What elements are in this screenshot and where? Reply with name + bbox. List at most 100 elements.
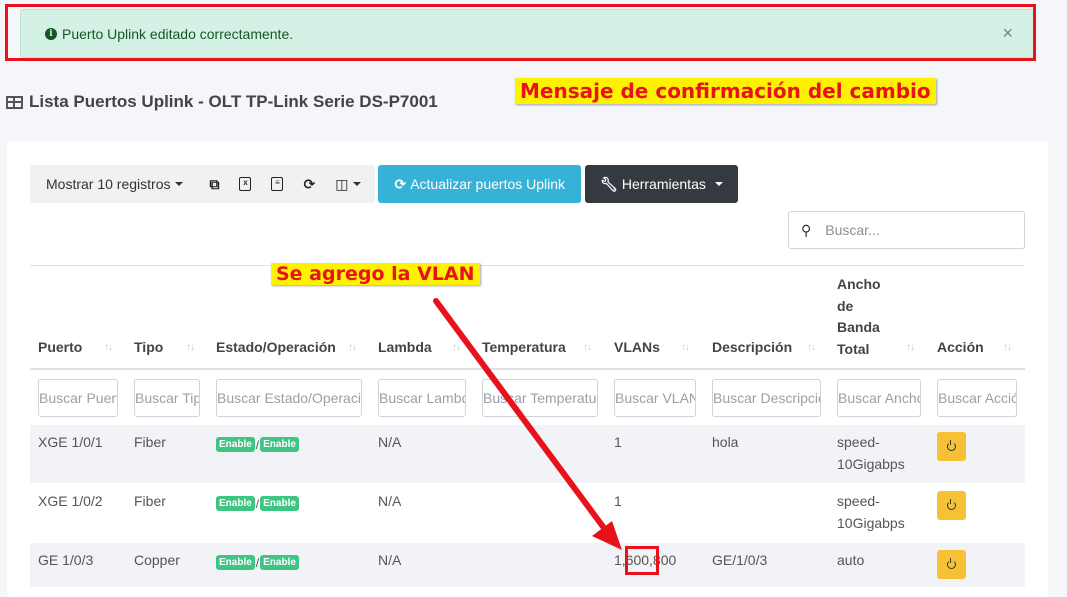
csv-icon: ≡ bbox=[271, 177, 284, 191]
filter-lambda-input[interactable] bbox=[378, 379, 466, 417]
power-icon bbox=[947, 558, 956, 569]
sort-icon[interactable]: ↑↓ bbox=[681, 342, 690, 353]
tools-label: Herramientas bbox=[621, 176, 706, 192]
sort-icon[interactable]: ↑↓ bbox=[348, 342, 357, 353]
excel-icon: x bbox=[239, 177, 252, 191]
sort-icon[interactable]: ↑↓ bbox=[104, 342, 113, 353]
col-header-ancho[interactable]: Ancho de Banda Total bbox=[837, 274, 881, 360]
col-header-ancho-line: de bbox=[837, 297, 854, 314]
cell-tipo: Copper bbox=[134, 552, 180, 568]
col-header-accion[interactable]: Acción bbox=[937, 339, 984, 355]
filter-ancho-input[interactable] bbox=[837, 379, 921, 417]
cell-ancho: speed- 10Gigabps bbox=[837, 432, 905, 475]
filter-tipo-input[interactable] bbox=[134, 379, 200, 417]
cell-ancho-line: speed- bbox=[837, 434, 880, 450]
col-header-vlans[interactable]: VLANs bbox=[614, 339, 660, 355]
cell-ancho: speed- 10Gigabps bbox=[837, 491, 905, 534]
copy-icon: ⧉ bbox=[209, 175, 220, 192]
cell-ancho-line: 10Gigabps bbox=[837, 514, 905, 531]
col-header-ancho-line: Total bbox=[837, 340, 870, 357]
cell-lambda: N/A bbox=[378, 434, 402, 450]
sort-icon[interactable]: ↑↓ bbox=[1003, 342, 1012, 353]
power-icon bbox=[947, 499, 956, 510]
filter-vlans-input[interactable] bbox=[614, 379, 696, 417]
chevron-down-icon bbox=[353, 182, 362, 186]
sort-icon[interactable]: ↑↓ bbox=[186, 342, 195, 353]
cell-vlans: 1 bbox=[614, 434, 622, 450]
cell-descripcion: GE/1/0/3 bbox=[712, 552, 768, 568]
status-badge: Enable bbox=[216, 555, 255, 570]
status-badge: Enable bbox=[260, 496, 299, 511]
sync-icon: ⟳ bbox=[394, 175, 407, 192]
search-input[interactable] bbox=[825, 222, 1006, 238]
cell-tipo: Fiber bbox=[134, 493, 166, 509]
cell-vlans: 1 bbox=[614, 493, 622, 509]
status-badge: Enable bbox=[216, 437, 255, 452]
cell-ancho-line: 10Gigabps bbox=[837, 455, 905, 472]
annotation-vlan: Se agrego la VLAN bbox=[271, 263, 480, 285]
columns-icon: ◫ bbox=[335, 175, 349, 192]
cell-ancho-line: speed- bbox=[837, 493, 880, 509]
col-header-ancho-line: Banda bbox=[837, 319, 880, 335]
alert-message: Puerto Uplink editado correctamente. bbox=[62, 25, 294, 42]
cell-ancho: auto bbox=[837, 552, 865, 568]
sort-icon[interactable]: ↑↓ bbox=[906, 342, 915, 353]
sort-icon[interactable]: ↑↓ bbox=[452, 342, 461, 353]
chevron-down-icon bbox=[175, 182, 184, 186]
cell-estado: Enable / Enable bbox=[216, 496, 299, 511]
update-uplink-label: Actualizar puertos Uplink bbox=[410, 176, 566, 192]
cell-vlans: 1,600,800 bbox=[614, 552, 677, 568]
divider bbox=[30, 265, 1025, 266]
csv-button[interactable]: ≡ bbox=[261, 165, 293, 203]
filter-puerto-input[interactable] bbox=[38, 379, 118, 417]
status-badge: Enable bbox=[216, 496, 255, 511]
tools-button[interactable]: 🔧︎ Herramientas bbox=[585, 165, 738, 203]
update-uplink-button[interactable]: ⟳ Actualizar puertos Uplink bbox=[378, 165, 582, 203]
status-badge: Enable bbox=[260, 437, 299, 452]
chevron-down-icon bbox=[714, 182, 723, 186]
columns-button[interactable]: ◫ bbox=[325, 165, 375, 203]
copy-button[interactable]: ⧉ bbox=[199, 165, 229, 203]
toolbar: Mostrar 10 registros ⧉ x ≡ ⟳ ◫ ⟳ Actuali… bbox=[30, 165, 738, 203]
annotation-confirm: Mensaje de confirmación del cambio bbox=[515, 78, 936, 104]
close-icon[interactable]: × bbox=[1002, 23, 1019, 44]
power-button[interactable] bbox=[937, 550, 966, 579]
table-icon bbox=[6, 95, 23, 109]
search-icon: ⚲ bbox=[801, 221, 812, 238]
page-title: Lista Puertos Uplink - OLT TP-Link Serie… bbox=[6, 92, 438, 112]
cell-descripcion: hola bbox=[712, 434, 739, 450]
header-divider bbox=[30, 368, 1025, 370]
col-header-estado[interactable]: Estado/Operación bbox=[216, 339, 336, 355]
filter-temperatura-input[interactable] bbox=[482, 379, 598, 417]
col-header-ancho-line: Ancho bbox=[837, 276, 881, 292]
col-header-descripcion[interactable]: Descripción bbox=[712, 339, 792, 355]
power-button[interactable] bbox=[937, 432, 966, 461]
sort-icon[interactable]: ↑↓ bbox=[583, 342, 592, 353]
status-badge: Enable bbox=[260, 555, 299, 570]
page-title-text: Lista Puertos Uplink - OLT TP-Link Serie… bbox=[29, 92, 438, 111]
show-entries-button[interactable]: Mostrar 10 registros bbox=[30, 165, 199, 203]
col-header-lambda[interactable]: Lambda bbox=[378, 339, 432, 355]
refresh-icon: ⟳ bbox=[303, 175, 316, 192]
col-header-temperatura[interactable]: Temperatura bbox=[482, 339, 566, 355]
filter-accion-input[interactable] bbox=[937, 379, 1017, 417]
power-icon bbox=[947, 440, 956, 451]
col-header-puerto[interactable]: Puerto bbox=[38, 339, 82, 355]
reload-button[interactable]: ⟳ bbox=[293, 165, 325, 203]
col-header-tipo[interactable]: Tipo bbox=[134, 339, 163, 355]
cell-estado: Enable / Enable bbox=[216, 437, 299, 452]
cell-lambda: N/A bbox=[378, 493, 402, 509]
info-circle-icon: i bbox=[45, 27, 57, 40]
export-button-group: Mostrar 10 registros ⧉ x ≡ ⟳ ◫ bbox=[30, 165, 376, 203]
filter-descripcion-input[interactable] bbox=[712, 379, 821, 417]
sort-icon[interactable]: ↑↓ bbox=[807, 342, 816, 353]
wrench-icon: 🔧︎ bbox=[600, 175, 618, 192]
cell-puerto: XGE 1/0/2 bbox=[38, 493, 103, 509]
cell-puerto: XGE 1/0/1 bbox=[38, 434, 103, 450]
show-entries-label: Mostrar 10 registros bbox=[46, 176, 171, 192]
power-button[interactable] bbox=[937, 491, 966, 520]
cell-estado: Enable / Enable bbox=[216, 555, 299, 570]
excel-button[interactable]: x bbox=[229, 165, 261, 203]
filter-estado-input[interactable] bbox=[216, 379, 362, 417]
success-alert: i Puerto Uplink editado correctamente. × bbox=[20, 9, 1034, 58]
